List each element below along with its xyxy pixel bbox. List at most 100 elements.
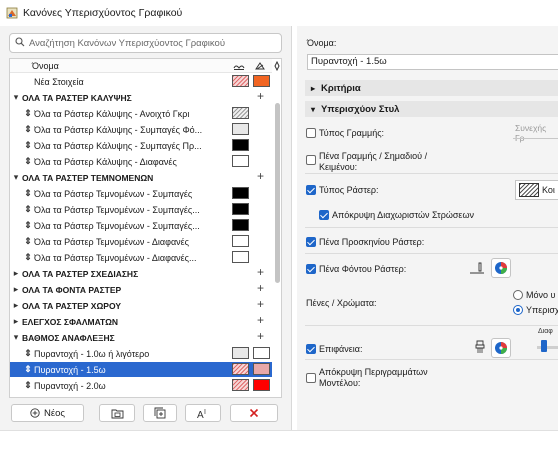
- expand-arrow-icon[interactable]: ▸: [10, 316, 22, 327]
- criteria-section-header[interactable]: ▸ Κριτήρια: [305, 80, 558, 96]
- collapse-arrow-icon[interactable]: ▾: [10, 172, 22, 183]
- group-row[interactable]: ▾ ΟΛΑ ΤΑ ΡΑΣΤΕΡ ΤΕΜΝΟΜΕΝΩΝ +: [10, 169, 272, 185]
- drag-handle-icon[interactable]: ⇕: [22, 380, 34, 391]
- group-row[interactable]: ▸ ΟΛΑ ΤΑ ΡΑΣΤΕΡ ΣΧΕΔΙΑΣΗΣ +: [10, 265, 272, 281]
- override-style-section-header[interactable]: ▾ Υπερισχύον Στυλ: [305, 101, 558, 117]
- expand-arrow-icon[interactable]: ▸: [10, 268, 22, 279]
- collapse-arrow-icon[interactable]: ▾: [10, 332, 22, 343]
- fill-swatch: [232, 251, 249, 263]
- group-row[interactable]: ▸ ΟΛΑ ΤΑ ΡΑΣΤΕΡ ΧΩΡΟΥ +: [10, 297, 272, 313]
- group-label: ΟΛΑ ΤΑ ΡΑΣΤΕΡ ΣΧΕΔΙΑΣΗΣ: [22, 268, 139, 279]
- fill-type-picker[interactable]: Κοι: [515, 180, 558, 200]
- line-type-value[interactable]: Συνεχής Γρ: [515, 123, 558, 143]
- duplicate-button[interactable]: [143, 404, 177, 422]
- drag-handle-icon[interactable]: ⇕: [22, 156, 34, 167]
- drag-handle-icon[interactable]: ⇕: [22, 364, 34, 375]
- list-item[interactable]: ⇕ Όλα τα Ράστερ Τεμνομένων - Συμπαγές: [10, 186, 272, 201]
- hide-separators-checkbox[interactable]: [319, 210, 329, 220]
- drag-handle-icon[interactable]: ⇕: [22, 140, 34, 151]
- fill-foreground-pen-checkbox[interactable]: [306, 237, 316, 247]
- expand-arrow-icon[interactable]: ▸: [10, 300, 22, 311]
- color-palette-button[interactable]: [491, 258, 511, 278]
- fill-type-checkbox[interactable]: [306, 185, 316, 195]
- delete-button[interactable]: [230, 404, 278, 422]
- pens-only-radio[interactable]: [513, 290, 523, 300]
- surface-brush-icon[interactable]: [473, 339, 487, 358]
- override-radio[interactable]: [513, 305, 523, 315]
- drag-handle-icon[interactable]: ⇕: [22, 252, 34, 263]
- line-type-checkbox[interactable]: [306, 128, 316, 138]
- divider: [305, 227, 558, 228]
- collapse-arrow-icon[interactable]: ▾: [10, 92, 22, 103]
- transparency-label: Διαφ: [538, 328, 553, 335]
- fill-background-pen-checkbox[interactable]: [306, 264, 316, 274]
- list-item[interactable]: ⇕ Όλα τα Ράστερ Τεμνομένων - Συμπαγές...: [10, 218, 272, 233]
- pens-only-label: Μόνο υ: [526, 290, 556, 300]
- add-rule-icon[interactable]: +: [257, 281, 264, 295]
- window-title: Κανόνες Υπερισχύοντος Γραφικού: [23, 7, 183, 19]
- list-item[interactable]: ⇕ Όλα τα Ράστερ Τεμνομένων - Συμπαγές...: [10, 202, 272, 217]
- group-label: ΟΛΑ ΤΑ ΡΑΣΤΕΡ ΚΑΛΥΨΗΣ: [22, 92, 132, 103]
- hide-model-contours-checkbox[interactable]: [306, 373, 316, 383]
- group-label: ΒΑΘΜΟΣ ΑΝΑΦΛΕΞΗΣ: [22, 332, 115, 343]
- add-rule-icon[interactable]: +: [257, 329, 264, 343]
- new-rule-label: Νέος: [44, 407, 65, 419]
- add-rule-icon[interactable]: +: [257, 89, 264, 103]
- list-item[interactable]: ⇕ Όλα τα Ράστερ Τεμνομένων - Διαφανές...: [10, 250, 272, 265]
- surface-label: Επιφάνεια:: [319, 344, 363, 354]
- drag-handle-icon[interactable]: ⇕: [22, 236, 34, 247]
- drag-handle-icon[interactable]: ⇕: [22, 204, 34, 215]
- surface-checkbox[interactable]: [306, 344, 316, 354]
- drag-handle-icon[interactable]: ⇕: [22, 348, 34, 359]
- fill-swatch: [232, 187, 249, 199]
- drag-handle-icon[interactable]: ⇕: [22, 188, 34, 199]
- list-item-selected[interactable]: ⇕ Πυραντοχή - 1.5ω: [10, 362, 272, 377]
- list-item[interactable]: ⇕ Πυραντοχή - 1.0ω ή λιγότερο: [10, 346, 272, 361]
- list-item[interactable]: ⇕ Όλα τα Ράστερ Κάλυψης - Συμπαγές Πρ...: [10, 138, 272, 153]
- transparency-slider-knob[interactable]: [541, 340, 547, 352]
- add-rule-icon[interactable]: +: [257, 297, 264, 311]
- fill-swatch: [232, 235, 249, 247]
- list-item[interactable]: ⇕ Όλα τα Ράστερ Κάλυψης - Συμπαγές Φό...: [10, 122, 272, 137]
- fill-swatch: [232, 347, 249, 359]
- rule-details-panel: Όνομα: Πυραντοχή - 1.5ω ▸ Κριτήρια ▾ Υπε…: [297, 26, 558, 430]
- search-box[interactable]: [9, 33, 282, 53]
- list-item[interactable]: ⇕ Πυραντοχή - 2.0ω: [10, 378, 272, 393]
- list-item-new-items[interactable]: Νέα Στοιχεία: [10, 74, 272, 89]
- add-rule-icon[interactable]: +: [257, 313, 264, 327]
- group-row[interactable]: ▾ ΒΑΘΜΟΣ ΑΝΑΦΛΕΞΗΣ +: [10, 329, 272, 345]
- svg-text:A: A: [197, 410, 204, 419]
- search-input[interactable]: [29, 37, 269, 49]
- duplicate-icon: [154, 407, 166, 419]
- line-pen-checkbox[interactable]: [306, 155, 316, 165]
- fill-type-label: Τύπος Ράστερ:: [319, 185, 379, 195]
- fill-pattern-swatch: [519, 183, 539, 197]
- drag-handle-icon[interactable]: ⇕: [22, 108, 34, 119]
- add-rule-icon[interactable]: +: [257, 169, 264, 183]
- rename-button[interactable]: AI: [185, 404, 221, 422]
- drag-handle-icon[interactable]: ⇕: [22, 124, 34, 135]
- expand-arrow-icon[interactable]: ▸: [10, 284, 22, 295]
- fill-swatch: [232, 203, 249, 215]
- list-scrollbar[interactable]: [275, 103, 280, 283]
- fill-swatch: [232, 123, 249, 135]
- list-item[interactable]: ⇕ Όλα τα Ράστερ Κάλυψης - Ανοιχτό Γκρι: [10, 106, 272, 121]
- fill-swatch: [232, 107, 249, 119]
- fill-swatch: [232, 155, 249, 167]
- new-rule-button[interactable]: Νέος: [11, 404, 84, 422]
- drag-handle-icon[interactable]: ⇕: [22, 220, 34, 231]
- pen-pick-icon[interactable]: [469, 261, 485, 278]
- group-row[interactable]: ▾ ΟΛΑ ΤΑ ΡΑΣΤΕΡ ΚΑΛΥΨΗΣ +: [10, 89, 272, 105]
- group-row[interactable]: ▸ ΕΛΕΓΧΟΣ ΣΦΑΛΜΑΤΩΝ +: [10, 313, 272, 329]
- fill-swatch: [232, 75, 249, 87]
- add-rule-icon[interactable]: +: [257, 265, 264, 279]
- line-type-underline: [513, 138, 558, 139]
- surface-palette-button[interactable]: [491, 338, 511, 358]
- name-field[interactable]: Πυραντοχή - 1.5ω: [307, 54, 558, 70]
- group-row[interactable]: ▸ ΟΛΑ ΤΑ ΦΟΝΤΑ ΡΑΣΤΕΡ +: [10, 281, 272, 297]
- list-item[interactable]: ⇕ Όλα τα Ράστερ Τεμνομένων - Διαφανές: [10, 234, 272, 249]
- divider: [305, 173, 558, 174]
- new-folder-button[interactable]: [99, 404, 135, 422]
- list-item[interactable]: ⇕ Όλα τα Ράστερ Κάλυψης - Διαφανές: [10, 154, 272, 169]
- override-radio-label: Υπερισχ: [526, 305, 558, 315]
